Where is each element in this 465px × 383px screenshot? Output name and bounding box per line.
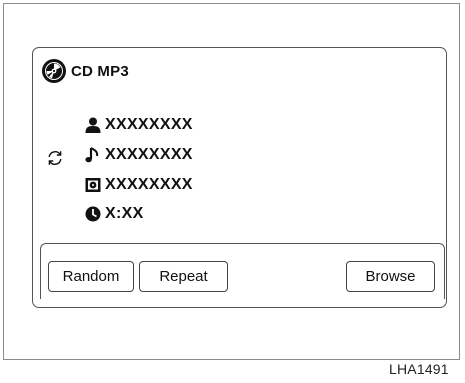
button-bar: Random Repeat Browse bbox=[40, 243, 445, 299]
song-row: XXXXXXXX bbox=[33, 146, 293, 166]
figure-frame: CD MP3 XXXXXXXX XXXXXXXX XXXXXXXX X:XX R… bbox=[3, 3, 460, 360]
cd-disc-icon bbox=[42, 59, 66, 83]
clock-icon bbox=[85, 206, 101, 222]
source-label: CD MP3 bbox=[71, 63, 129, 80]
album-disc-square-icon bbox=[85, 178, 101, 192]
repeat-button[interactable]: Repeat bbox=[139, 261, 228, 292]
browse-button[interactable]: Browse bbox=[346, 261, 435, 292]
song-value: XXXXXXXX bbox=[105, 146, 193, 163]
figure-code: LHA1491 bbox=[389, 361, 449, 377]
repeat-cycle-icon bbox=[48, 151, 62, 165]
time-row: X:XX bbox=[33, 205, 293, 225]
display-screen: CD MP3 XXXXXXXX XXXXXXXX XXXXXXXX X:XX R… bbox=[32, 47, 447, 308]
song-music-note-icon bbox=[85, 147, 99, 163]
album-value: XXXXXXXX bbox=[105, 176, 193, 193]
time-value: X:XX bbox=[105, 205, 144, 222]
random-button[interactable]: Random bbox=[48, 261, 134, 292]
artist-value: XXXXXXXX bbox=[105, 116, 193, 133]
artist-person-icon bbox=[85, 117, 101, 133]
artist-row: XXXXXXXX bbox=[33, 116, 293, 136]
album-row: XXXXXXXX bbox=[33, 176, 293, 196]
